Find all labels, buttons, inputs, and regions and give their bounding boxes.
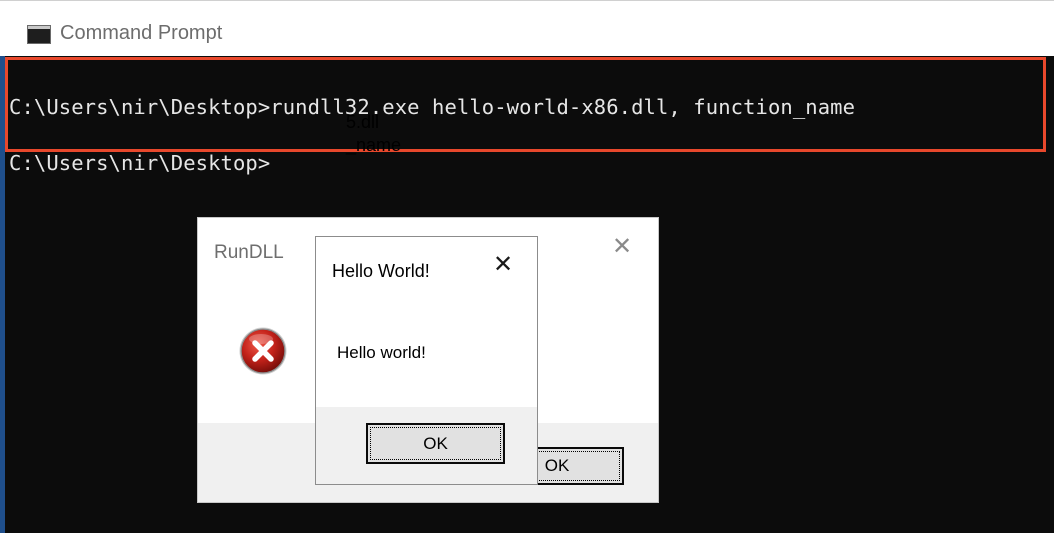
error-icon xyxy=(239,327,287,375)
hello-ok-label: OK xyxy=(370,427,501,460)
command-highlight-box xyxy=(5,57,1046,152)
cmd-icon xyxy=(27,25,51,44)
console-prompt-line[interactable]: C:\Users\nir\Desktop> xyxy=(9,151,270,175)
rundll-message-text: 5.dll _name xyxy=(346,112,402,155)
hello-ok-button[interactable]: OK xyxy=(366,423,505,464)
window-title: Command Prompt xyxy=(60,22,223,44)
rundll-dialog-title: RunDLL xyxy=(214,242,284,263)
hello-message-text: Hello world! xyxy=(337,343,426,362)
hello-close-icon[interactable]: ✕ xyxy=(493,252,513,276)
command-prompt-window: Command Prompt C:\Users\nir\Desktop>rund… xyxy=(0,0,1054,533)
hello-dialog-title: Hello World! xyxy=(332,261,430,281)
title-bar[interactable]: Command Prompt xyxy=(0,0,1054,56)
rundll-close-icon[interactable]: ✕ xyxy=(612,234,632,258)
